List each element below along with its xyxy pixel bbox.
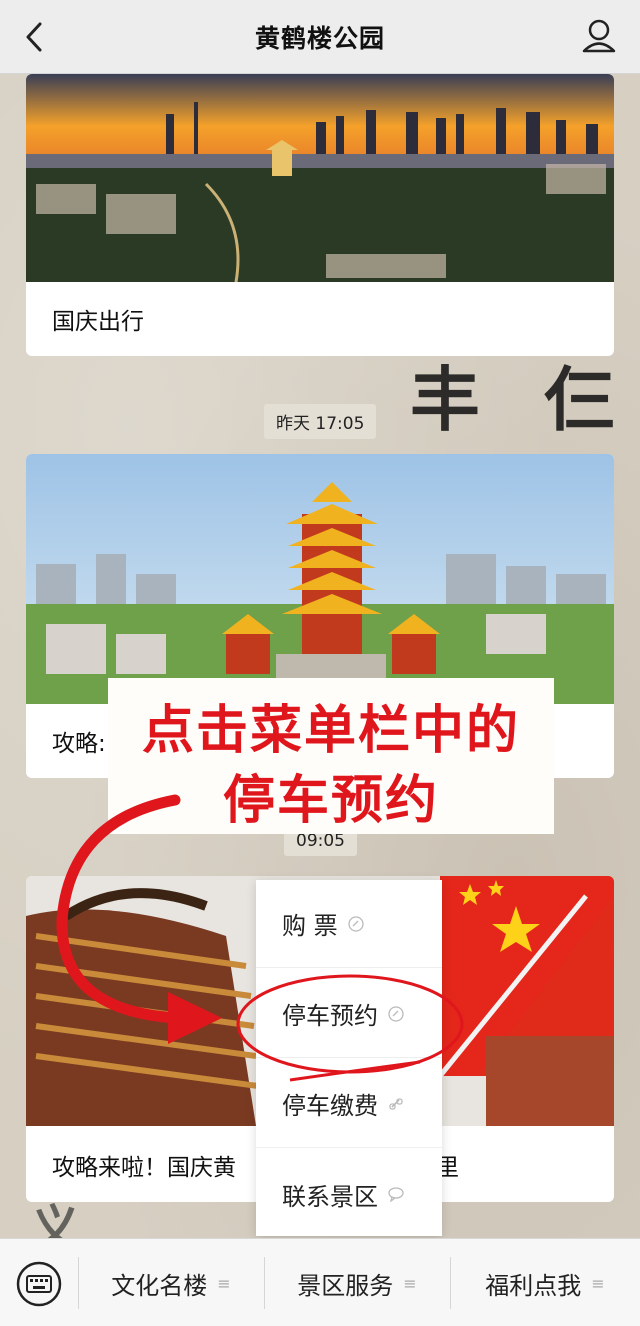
menu-scenic-services[interactable]: 景区服务 ≡	[264, 1239, 450, 1326]
menu-label: 景区服务	[297, 1271, 394, 1300]
submenu-indicator-icon: ≡	[217, 1273, 231, 1293]
menu-culture-tower[interactable]: 文化名楼 ≡	[78, 1239, 264, 1326]
bottom-menu-bar: 文化名楼 ≡ 景区服务 ≡ 福利点我 ≡	[0, 1238, 640, 1326]
submenu-indicator-icon: ≡	[403, 1273, 417, 1293]
menu-label: 文化名楼	[111, 1271, 208, 1300]
keyboard-icon	[16, 1261, 62, 1307]
menu-label: 福利点我	[485, 1271, 582, 1300]
submenu-indicator-icon: ≡	[591, 1273, 605, 1293]
highlight-circle	[236, 974, 464, 1082]
keyboard-toggle-button[interactable]	[16, 1261, 62, 1307]
menu-benefits[interactable]: 福利点我 ≡	[450, 1239, 640, 1326]
